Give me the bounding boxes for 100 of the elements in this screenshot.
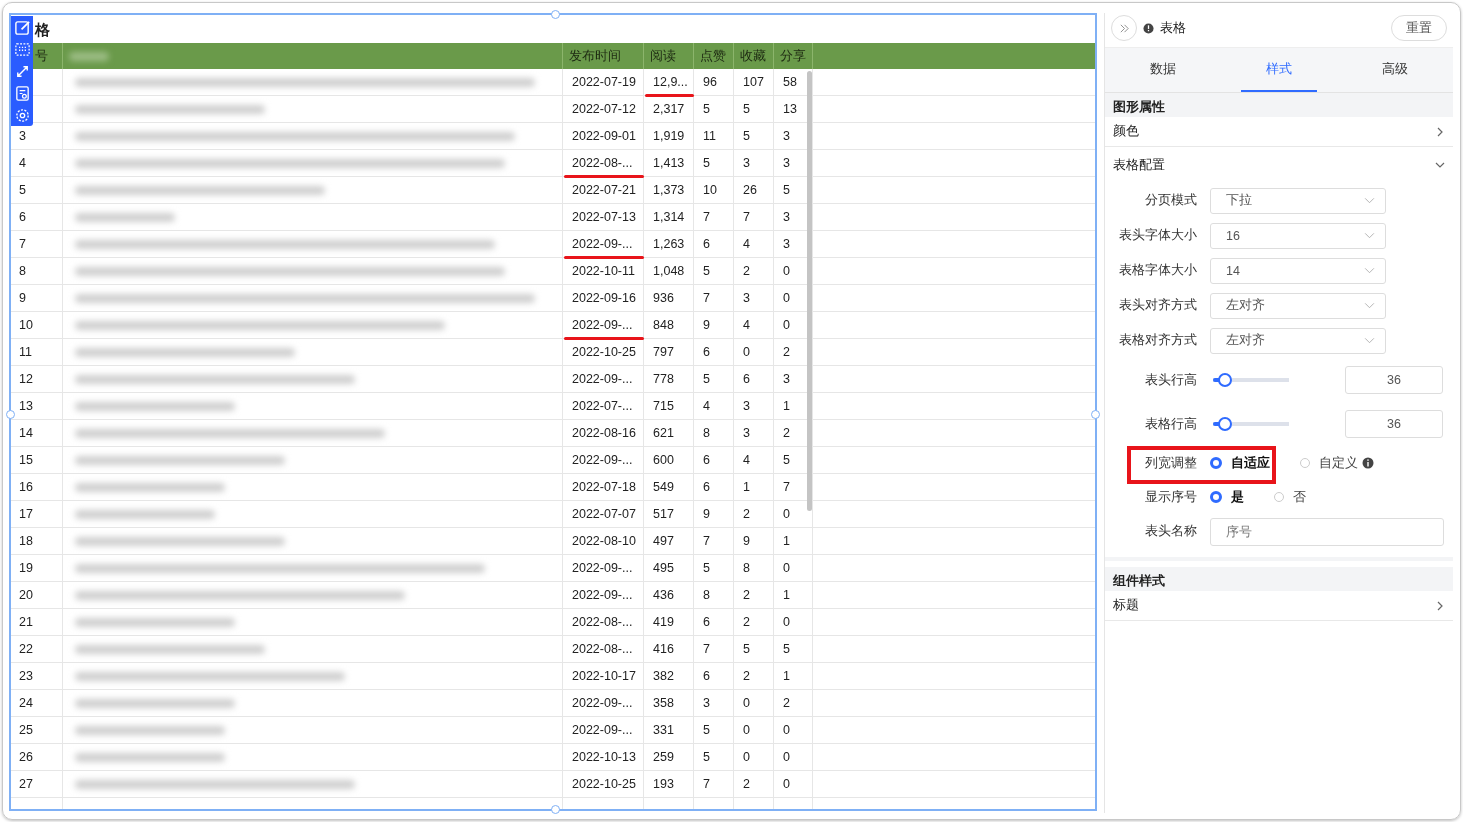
table-cell-text: 17	[19, 506, 33, 523]
table-cell-text: 12,9...	[653, 74, 688, 91]
resize-handle[interactable]	[1091, 410, 1100, 419]
radio-option[interactable]: 自定义	[1300, 454, 1374, 472]
table-cell-text: 5	[743, 128, 750, 145]
column-header: 分享	[774, 43, 813, 69]
resize-handle[interactable]	[551, 805, 560, 814]
table-cell-text: 600	[653, 452, 674, 469]
table-cell-text: 2022-09-...	[572, 452, 633, 469]
settings-icon[interactable]	[13, 106, 31, 124]
table-cell-text: 2022-07-07	[572, 506, 636, 523]
table-cell-text: 5	[703, 371, 710, 388]
table-cell-text: 4	[19, 155, 26, 172]
table-cell-text: 22	[19, 641, 33, 658]
blurred-text	[69, 51, 109, 61]
table-cell-text: 2022-08-10	[572, 533, 636, 550]
reset-button[interactable]: 重置	[1391, 15, 1447, 41]
table-cell-text: 2,317	[653, 101, 685, 118]
table-cell-text: 621	[653, 425, 674, 442]
edit-icon[interactable]	[13, 18, 31, 36]
scrollbar[interactable]	[807, 71, 812, 511]
table-cell-text: 5	[743, 101, 750, 118]
table-cell-text: 4	[703, 398, 710, 415]
field-label: 表格对齐方式	[1118, 332, 1198, 349]
table-cell-text: 4	[743, 236, 750, 253]
table-cell-text: 419	[653, 614, 674, 631]
chevron-down-icon	[1364, 302, 1375, 309]
document-search-icon[interactable]	[13, 84, 31, 102]
input-field[interactable]: 序号	[1210, 517, 1444, 546]
number-field[interactable]: 36	[1345, 410, 1443, 438]
select-field[interactable]: 14	[1210, 257, 1386, 284]
table-cell-text: 3	[743, 425, 750, 442]
table-cell-text: 7	[703, 533, 710, 550]
table-cell-text: 0	[743, 344, 750, 361]
radio-option[interactable]: 否	[1274, 488, 1306, 506]
table-cell-text: 2022-07-13	[572, 209, 636, 226]
table-cell-text: 5	[703, 749, 710, 766]
double-chevron-icon	[1118, 22, 1130, 34]
select-field[interactable]: 下拉	[1210, 187, 1386, 214]
table-cell-text: 6	[703, 668, 710, 685]
table-cell-text: 0	[783, 290, 790, 307]
table-cell-text: 2022-10-11	[572, 263, 635, 280]
table-cell-text: 517	[653, 506, 674, 523]
table-cell-text: 2022-10-13	[572, 749, 636, 766]
table-cell-text: 9	[703, 317, 710, 334]
table-cell-text: 5	[19, 182, 26, 199]
field-label: 分页模式	[1144, 192, 1198, 209]
tab[interactable]: 高级	[1357, 48, 1433, 92]
field-label: 显示序号	[1144, 488, 1198, 506]
chevron-down-icon	[1435, 160, 1445, 170]
table-cell-text: 10	[703, 182, 717, 199]
table-cell-text: 715	[653, 398, 674, 415]
table-cell-text: 3	[783, 155, 790, 172]
table-cell-text: 5	[703, 155, 710, 172]
table-cell-text: 2022-09-16	[572, 290, 636, 307]
table-cell-text: 6	[703, 236, 710, 253]
column-header: 阅读	[644, 43, 694, 69]
table-cell-text: 26	[19, 749, 33, 766]
table-cell-text: 382	[653, 668, 674, 685]
table-cell-text: 1	[783, 533, 790, 550]
table-cell-text: 0	[783, 317, 790, 334]
table-cell-text: 9	[743, 533, 750, 550]
table-cell-text: 2022-07-12	[572, 101, 636, 118]
table-cell-text: 13	[783, 101, 797, 118]
resize-handle[interactable]	[6, 410, 15, 419]
radio-option[interactable]: 是	[1210, 488, 1244, 506]
info-icon	[1143, 22, 1154, 34]
table-cell-text: 107	[743, 74, 764, 91]
chevron-right-icon	[1435, 126, 1445, 137]
select-field[interactable]: 16	[1210, 222, 1386, 249]
table-cell-text: 2022-08-...	[572, 641, 633, 658]
radio-option[interactable]: 自适应	[1210, 454, 1270, 472]
table-cell-text: 7	[703, 290, 710, 307]
table-cell-text: 797	[653, 344, 674, 361]
table-cell-text: 497	[653, 533, 674, 550]
table-cell-text: 2	[783, 344, 790, 361]
table-cell-text: 9	[703, 506, 710, 523]
table-cell-text: 1,048	[653, 263, 685, 280]
select-field[interactable]: 左对齐	[1210, 292, 1386, 319]
resize-handle[interactable]	[551, 10, 560, 19]
table-cell-text: 18	[19, 533, 33, 550]
grid-icon[interactable]	[13, 40, 31, 58]
table-cell-text: 58	[783, 74, 797, 91]
table-cell-text: 7	[783, 479, 790, 496]
table-cell-text: 1,373	[653, 182, 685, 199]
table-cell-text: 3	[743, 155, 750, 172]
table-cell-text: 2	[743, 776, 750, 793]
table-cell-text: 19	[19, 560, 33, 577]
table-cell-text: 13	[19, 398, 33, 415]
table-cell-text: 259	[653, 749, 674, 766]
table-cell-text: 0	[783, 614, 790, 631]
select-field[interactable]: 左对齐	[1210, 327, 1386, 354]
tab[interactable]: 数据	[1125, 48, 1201, 92]
number-field[interactable]: 36	[1345, 366, 1443, 394]
section-header: 图形属性	[1105, 93, 1453, 117]
table-cell-text: 436	[653, 587, 674, 604]
table-cell-text: 549	[653, 479, 674, 496]
table-cell-text: 0	[783, 776, 790, 793]
table-cell-text: 1,413	[653, 155, 685, 172]
field-label: 表格字体大小	[1118, 262, 1198, 279]
